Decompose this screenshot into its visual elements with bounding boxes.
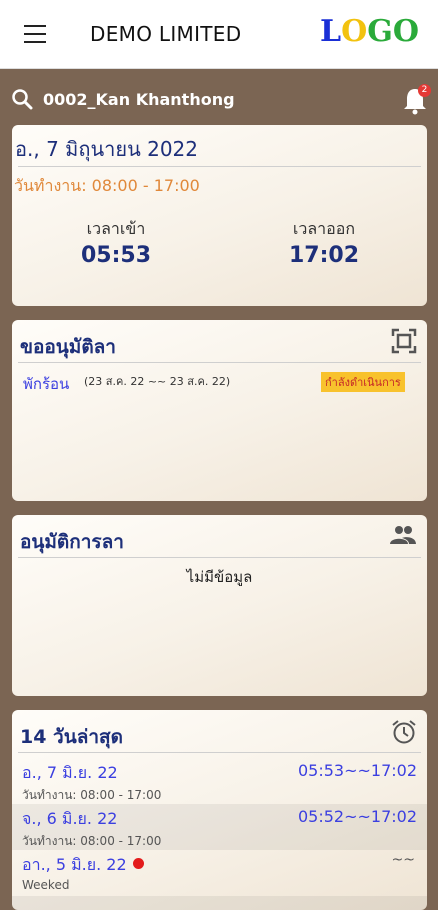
logo-letter: G (367, 14, 393, 49)
search-icon[interactable] (10, 87, 34, 111)
checkin-label: เวลาเข้า (86, 219, 146, 238)
scan-icon[interactable] (391, 328, 417, 354)
notification-badge: 2 (418, 84, 431, 97)
day-date: อ., 7 มิ.ย. 22 (22, 763, 118, 782)
notification-button[interactable]: 2 (400, 84, 431, 116)
employee-search-bar: 0002_Kan Khanthong 2 (0, 80, 438, 118)
day-work-hours: วันทำงาน: 08:00 - 17:00 (22, 788, 162, 802)
day-work-hours: วันทำงาน: 08:00 - 17:00 (22, 834, 162, 848)
day-times: 05:52~~17:02 (297, 807, 417, 826)
day-date-wrap: อา., 5 มิ.ย. 22 (22, 853, 144, 878)
day-row[interactable] (12, 896, 427, 910)
leave-request-title: ขออนุมัติลา (20, 336, 116, 358)
alarm-clock-icon[interactable] (391, 719, 417, 745)
company-logo: LOGO (320, 14, 419, 49)
day-date: อา., 5 มิ.ย. 22 (22, 855, 127, 874)
day-date: จ., 6 มิ.ย. 22 (22, 809, 118, 828)
checkin-time: 05:53 (80, 243, 152, 268)
menu-icon[interactable] (24, 25, 46, 43)
divider (18, 557, 421, 558)
today-card: อ., 7 มิถุนายน 2022 วันทำงาน: 08:00 - 17… (12, 125, 427, 306)
absence-dot (132, 858, 144, 869)
checkout-time: 17:02 (288, 243, 360, 268)
app-bar: DEMO LIMITED LOGO (0, 0, 438, 69)
day-row[interactable]: อา., 5 มิ.ย. 22 Weeked ~~ (12, 850, 427, 896)
day-row[interactable]: จ., 6 มิ.ย. 22 วันทำงาน: 08:00 - 17:00 0… (12, 804, 427, 850)
day-note: Weeked (22, 878, 70, 892)
people-icon[interactable] (389, 525, 417, 545)
leave-request-card: ขออนุมัติลา พักร้อน (23 ส.ค. 22 ~~ 23 ส.… (12, 320, 427, 501)
checkout-label: เวลาออก (292, 219, 356, 238)
day-times: ~~ (391, 852, 415, 868)
divider (18, 166, 421, 167)
divider (18, 362, 421, 363)
divider (18, 752, 421, 753)
empty-message: ไม่มีข้อมูล (186, 568, 253, 586)
logo-letter: O (341, 14, 368, 49)
app-title: DEMO LIMITED (90, 22, 242, 46)
leave-type-link[interactable]: พักร้อน (23, 372, 69, 396)
leave-dates: (23 ส.ค. 22 ~~ 23 ส.ค. 22) (84, 375, 231, 388)
employee-name[interactable]: 0002_Kan Khanthong (43, 90, 235, 109)
today-date: อ., 7 มิถุนายน 2022 (15, 137, 199, 161)
leave-status-badge: กำลังดำเนินการ (321, 372, 405, 392)
logo-letter: L (320, 14, 342, 49)
logo-letter: O (392, 14, 419, 49)
day-times: 05:53~~17:02 (297, 761, 417, 780)
leave-approval-card: อนุมัติการลา ไม่มีข้อมูล (12, 515, 427, 696)
recent-days-card: 14 วันล่าสุด อ., 7 มิ.ย. 22 วันทำงาน: 08… (12, 710, 427, 910)
work-hours: วันทำงาน: 08:00 - 17:00 (14, 176, 200, 195)
day-row[interactable]: อ., 7 มิ.ย. 22 วันทำงาน: 08:00 - 17:00 0… (12, 758, 427, 804)
recent-title: 14 วันล่าสุด (20, 726, 123, 748)
leave-approval-title: อนุมัติการลา (20, 531, 124, 553)
